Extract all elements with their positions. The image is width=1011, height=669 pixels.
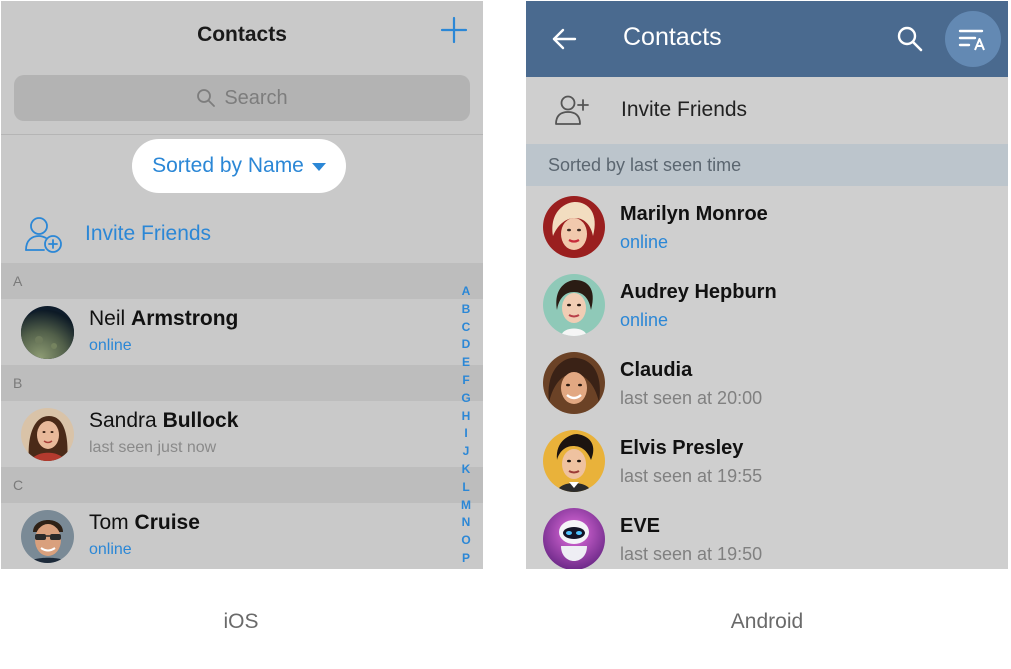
section-header-b: B [1,365,483,401]
contact-name: EVE [620,515,661,537]
avatar [21,306,74,359]
caret-down-icon [311,163,326,171]
contact-name: Elvis Presley [620,437,744,459]
comparison-stage: Contacts Search Sorted by Name Invite Fr… [0,0,1011,669]
contact-status: last seen at 19:55 [620,466,763,486]
contact-name: Claudia [620,359,693,381]
contact-status: online [89,541,132,558]
index-letter[interactable]: O [461,532,470,550]
index-letter[interactable]: M [461,497,471,515]
contact-name: Tom Cruise [89,511,200,535]
index-letter[interactable]: P [462,550,470,568]
android-page-title: Contacts [623,23,722,51]
ios-page-title: Contacts [197,23,287,46]
contact-row[interactable]: Elvis Presley last seen at 19:55 [526,423,1008,501]
avatar [543,352,605,414]
search-placeholder: Search [224,86,288,109]
invite-friends-label: Invite Friends [85,222,212,245]
contact-status: online [89,337,132,354]
contact-row[interactable]: Tom Cruise online [1,503,483,569]
index-letter[interactable]: C [462,319,471,337]
android-caption: Android [730,610,804,633]
invite-friends-row[interactable]: Invite Friends [526,77,1008,143]
first-name: Tom [89,511,129,534]
first-name: Sandra [89,409,157,432]
index-letter[interactable]: A [462,283,471,301]
last-name: Cruise [134,511,200,534]
alphabet-index[interactable]: A B C D E F G H I J K L M N O P [456,283,476,568]
sort-toggle-button[interactable] [945,11,1001,67]
invite-friends-row[interactable]: Invite Friends [1,206,483,262]
index-letter[interactable]: B [462,301,471,319]
add-user-icon [555,95,589,125]
avatar [543,508,605,569]
contact-name: Sandra Bullock [89,409,238,433]
section-header-c: C [1,467,483,503]
contact-row[interactable]: EVE last seen at 19:50 [526,501,1008,569]
last-name: Armstrong [131,307,239,330]
ios-nav-bar: Contacts [1,1,483,71]
sort-alpha-icon [958,29,985,51]
contact-row[interactable]: Sandra Bullock last seen just now [1,401,483,467]
avatar [543,430,605,492]
back-arrow-icon[interactable] [550,25,578,53]
add-user-icon [25,217,62,253]
contact-name: Audrey Hepburn [620,281,777,303]
sort-label: Sorted by Name [152,154,304,177]
index-letter[interactable]: L [462,479,469,497]
ios-caption: iOS [223,610,259,633]
divider [1,134,483,135]
first-name: Neil [89,307,126,330]
add-contact-icon[interactable] [439,15,469,45]
contact-name: Marilyn Monroe [620,203,768,225]
ios-search-field[interactable]: Search [14,75,470,121]
contact-row[interactable]: Claudia last seen at 20:00 [526,345,1008,423]
index-letter[interactable]: E [462,354,470,372]
section-header-a: A [1,263,483,299]
contact-status: online [620,232,669,252]
avatar [543,196,605,258]
index-letter[interactable]: K [462,461,471,479]
index-letter[interactable]: J [463,443,470,461]
sort-by-name-button[interactable]: Sorted by Name [132,139,346,193]
index-letter[interactable]: D [462,336,471,354]
contact-name: Neil Armstrong [89,307,238,331]
avatar [21,408,74,461]
contact-status: last seen just now [89,439,217,456]
invite-friends-label: Invite Friends [621,98,748,121]
ios-contacts-screen: Contacts Search Sorted by Name Invite Fr… [1,1,483,569]
index-letter[interactable]: H [462,408,471,426]
contact-row[interactable]: Audrey Hepburn online [526,267,1008,345]
index-letter[interactable]: F [462,372,469,390]
search-icon [197,89,216,107]
contact-status: online [620,310,669,330]
android-contacts-screen: Contacts Invite Friends Sorted by last s… [526,1,1008,569]
contact-row[interactable]: Marilyn Monroe online [526,189,1008,267]
last-name: Bullock [162,409,239,432]
avatar [543,274,605,336]
index-letter[interactable]: I [464,425,467,443]
android-app-bar: Contacts [526,1,1008,77]
contact-status: last seen at 19:50 [620,544,763,564]
index-letter[interactable]: G [461,390,470,408]
avatar [21,510,74,563]
index-letter[interactable]: N [462,514,471,532]
contact-status: last seen at 20:00 [620,388,763,408]
section-header: Sorted by last seen time [526,144,1008,186]
search-icon[interactable] [896,25,924,53]
contact-row[interactable]: Neil Armstrong online [1,299,483,365]
